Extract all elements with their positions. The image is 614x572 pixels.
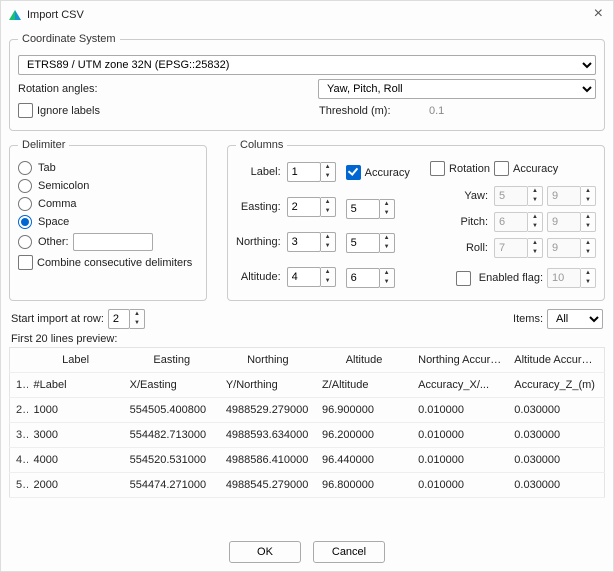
- close-icon[interactable]: ×: [594, 5, 603, 23]
- threshold-value: 0.1: [429, 105, 444, 117]
- preview-label: First 20 lines preview:: [1, 333, 613, 345]
- delimiter-tab-radio[interactable]: [18, 161, 32, 175]
- accuracy2-checkbox[interactable]: [494, 161, 509, 176]
- chevron-up-icon: ▲: [321, 163, 335, 172]
- ok-button[interactable]: OK: [229, 541, 301, 563]
- ignore-labels-label: Ignore labels: [37, 105, 319, 117]
- chevron-down-icon: ▼: [321, 172, 335, 181]
- dialog-import-csv: Import CSV × Coordinate System ETRS89 / …: [0, 0, 614, 572]
- yaw-acc-spinner: ▲▼: [547, 186, 596, 206]
- app-icon: [7, 7, 23, 23]
- combine-delimiters-checkbox[interactable]: [18, 255, 33, 270]
- window-title: Import CSV: [27, 9, 84, 21]
- enabled-flag-spinner: ▲▼: [547, 268, 596, 288]
- items-select[interactable]: All: [547, 309, 603, 329]
- items-label: Items:: [513, 313, 543, 325]
- pitch-col-spinner: ▲▼: [494, 212, 543, 232]
- coord-system-select[interactable]: ETRS89 / UTM zone 32N (EPSG::25832): [18, 55, 596, 75]
- pitch-acc-spinner: ▲▼: [547, 212, 596, 232]
- rotation-angles-select[interactable]: Yaw, Pitch, Roll: [318, 79, 596, 99]
- titlebar: Import CSV ×: [1, 1, 613, 29]
- group-coordinate-system: Coordinate System ETRS89 / UTM zone 32N …: [9, 33, 605, 131]
- delimiter-other-radio[interactable]: [18, 235, 32, 249]
- start-row-label: Start import at row:: [11, 313, 104, 325]
- start-row-spinner[interactable]: ▲▼: [108, 309, 145, 329]
- table-header-row: LabelEastingNorthing AltitudeNorthing Ac…: [10, 348, 605, 373]
- yaw-col-spinner: ▲▼: [494, 186, 543, 206]
- table-row: 33000554482.7130004988593.63400096.20000…: [10, 423, 605, 448]
- table-row: 1#LabelX/EastingY/NorthingZ/AltitudeAccu…: [10, 373, 605, 398]
- threshold-label: Threshold (m):: [319, 105, 429, 117]
- enabled-flag-checkbox[interactable]: [456, 271, 471, 286]
- altitude-col-spinner[interactable]: ▲▼: [287, 267, 336, 287]
- rotation-angles-label: Rotation angles:: [18, 83, 318, 95]
- accuracy-checkbox[interactable]: [346, 165, 361, 180]
- cancel-button[interactable]: Cancel: [313, 541, 385, 563]
- ignore-labels-checkbox[interactable]: [18, 103, 33, 118]
- group-delimiter: Delimiter Tab Semicolon Comma Space Othe…: [9, 139, 207, 301]
- group-legend: Coordinate System: [18, 33, 120, 45]
- delimiter-semicolon-radio[interactable]: [18, 179, 32, 193]
- roll-acc-spinner: ▲▼: [547, 238, 596, 258]
- northing-acc-spinner[interactable]: ▲▼: [346, 233, 410, 253]
- table-row: 52000554474.2710004988545.27900096.80000…: [10, 473, 605, 498]
- northing-col-spinner[interactable]: ▲▼: [287, 232, 336, 252]
- group-columns: Columns Label: ▲▼ Easting: ▲▼ Northing: …: [227, 139, 605, 301]
- easting-col-spinner[interactable]: ▲▼: [287, 197, 336, 217]
- roll-col-spinner: ▲▼: [494, 238, 543, 258]
- delimiter-comma-radio[interactable]: [18, 197, 32, 211]
- table-row: 44000554520.5310004988586.41000096.44000…: [10, 448, 605, 473]
- preview-table: LabelEastingNorthing AltitudeNorthing Ac…: [9, 347, 605, 498]
- delimiter-space-radio[interactable]: [18, 215, 32, 229]
- easting-acc-spinner[interactable]: ▲▼: [346, 199, 410, 219]
- rotation-checkbox[interactable]: [430, 161, 445, 176]
- table-row: 21000554505.4008004988529.27900096.90000…: [10, 398, 605, 423]
- delimiter-other-input[interactable]: [73, 233, 153, 251]
- label-col-spinner[interactable]: ▲▼: [287, 162, 336, 182]
- altitude-acc-spinner[interactable]: ▲▼: [346, 268, 410, 288]
